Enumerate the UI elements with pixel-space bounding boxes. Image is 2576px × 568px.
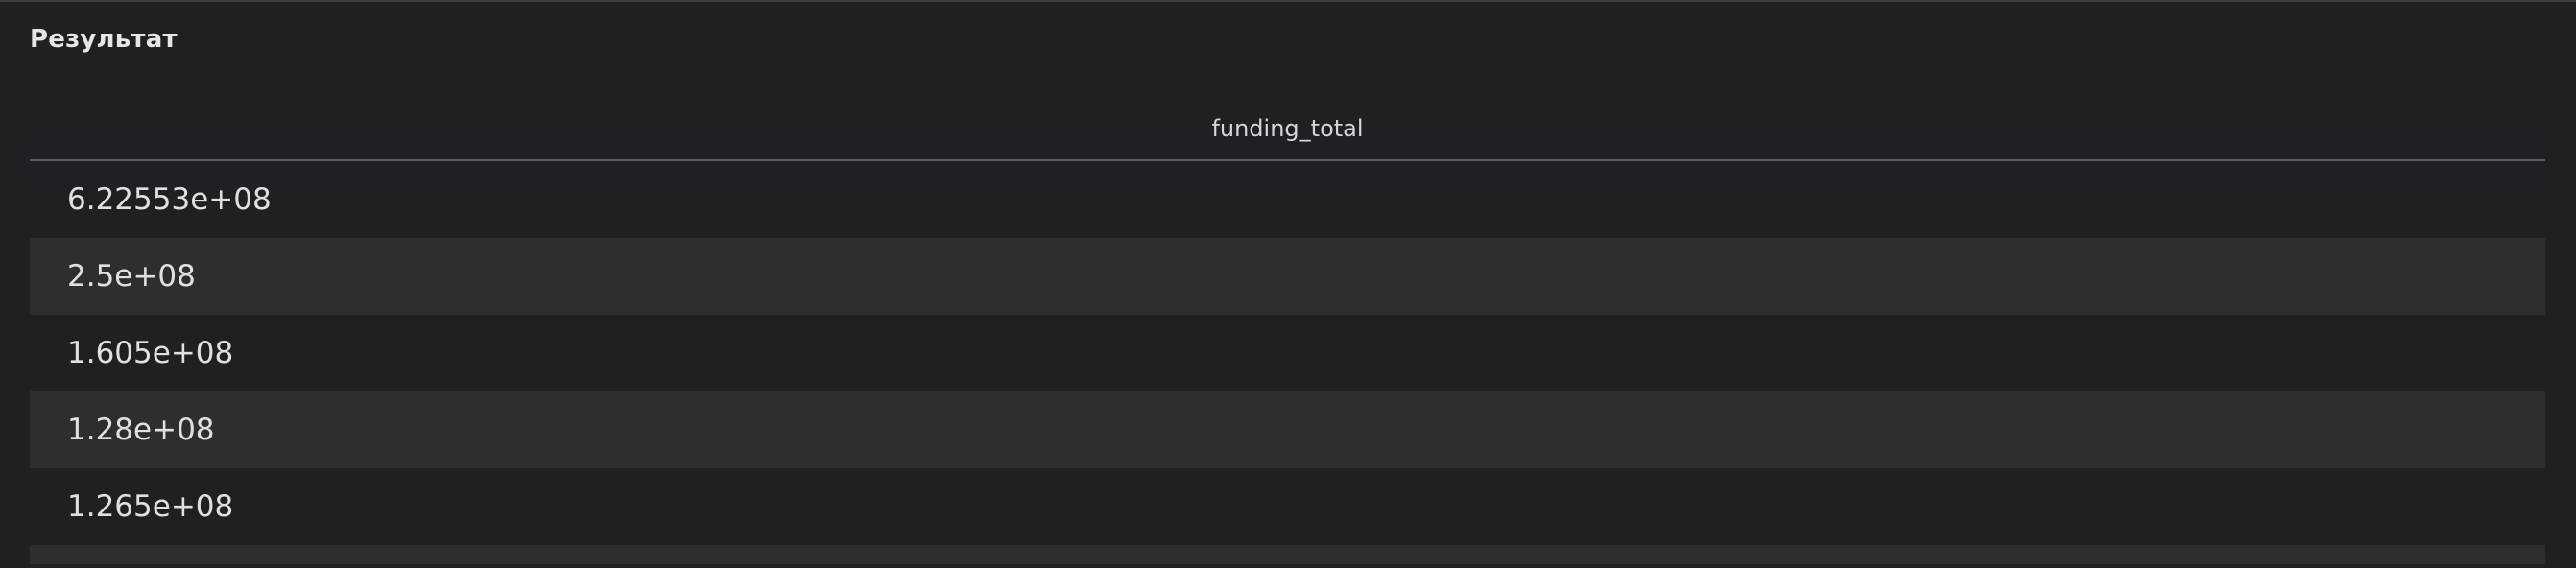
result-panel: Результат funding_total 6.22553e+08 2.5e… [0,0,2576,568]
column-header-funding-total[interactable]: funding_total [1211,115,1363,142]
table-row-partial [30,545,2545,564]
results-table: funding_total 6.22553e+08 2.5e+08 1.605e… [30,98,2545,564]
table-cell: 1.28e+08 [67,413,215,447]
table-row[interactable]: 1.605e+08 [30,315,2545,391]
panel-title: Результат [30,25,178,54]
table-row[interactable]: 1.265e+08 [30,468,2545,545]
table-row[interactable]: 1.28e+08 [30,391,2545,468]
table-cell: 2.5e+08 [67,259,196,294]
table-row[interactable]: 6.22553e+08 [30,161,2545,238]
table-cell: 1.605e+08 [67,336,234,370]
table-cell: 6.22553e+08 [67,182,272,217]
table-header: funding_total [30,98,2545,161]
table-cell: 1.265e+08 [67,489,234,524]
table-row[interactable]: 2.5e+08 [30,238,2545,315]
